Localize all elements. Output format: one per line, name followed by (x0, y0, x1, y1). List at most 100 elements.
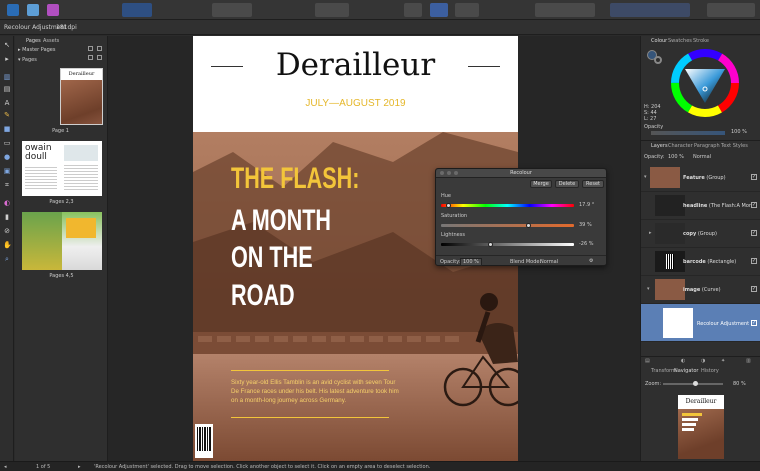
saturation-value[interactable]: 39 % (579, 222, 592, 228)
magazine-title[interactable]: Derailleur (193, 47, 518, 83)
zoom-tool-icon[interactable]: ⌕ (3, 256, 11, 263)
visibility-checkbox[interactable]: ✓ (751, 286, 757, 292)
layer-opacity-value[interactable]: 100 % (668, 154, 684, 160)
recolour-dialog-header[interactable]: Recolour (436, 169, 606, 178)
move-tool-icon[interactable]: ↖ (3, 42, 11, 49)
issue-date[interactable]: JULY—AUGUST 2019 (193, 98, 518, 109)
preflight-button[interactable] (122, 3, 152, 17)
layer-blend-select[interactable]: Normal (693, 154, 711, 160)
ellipse-tool-icon[interactable]: ● (3, 154, 11, 161)
tab-colour[interactable]: Colour (651, 38, 667, 44)
zoom-slider[interactable] (663, 381, 723, 386)
page-indicator[interactable]: 1 of 5 (36, 464, 50, 470)
opacity-field[interactable]: 100 % (460, 258, 482, 266)
stroke-swatch[interactable] (654, 56, 662, 64)
image-tool-icon[interactable]: ▣ (3, 168, 11, 175)
page-1-thumbnail[interactable]: Derailleur (60, 68, 103, 125)
text-frame-icon[interactable] (430, 3, 448, 17)
cover-blurb[interactable]: Sixty year-old Ellis Tamblin is an avid … (231, 378, 401, 405)
saturation-slider[interactable] (441, 223, 574, 228)
layer-row-headline[interactable]: headline (The Flash:A Mon ✓ (641, 192, 760, 220)
headline-line-1[interactable]: THE FLASH: (231, 164, 359, 194)
expand-icon[interactable]: ▾ (647, 286, 650, 292)
saturation-slider-knob[interactable] (526, 223, 532, 228)
tab-swatches[interactable]: Swatches (668, 38, 692, 44)
lightness-slider[interactable] (441, 242, 574, 247)
align-buttons[interactable] (610, 3, 690, 17)
layer-row-image[interactable]: ▾ image (Curve) ✓ (641, 276, 760, 304)
prev-page-icon[interactable]: ◂ (4, 464, 7, 470)
hand-tool-icon[interactable]: ✋ (3, 242, 12, 249)
adjustment-icon[interactable]: ◑ (701, 358, 705, 364)
headline-line-4[interactable]: ROAD (231, 281, 295, 311)
tab-assets[interactable]: Assets (43, 38, 59, 44)
node-tool-icon[interactable]: ▸ (3, 56, 11, 63)
navigator-preview[interactable]: Derailleur (678, 395, 724, 459)
pages-2-3-thumbnail[interactable]: owain doull (22, 141, 102, 196)
frame-text-tool-icon[interactable]: ▥ (3, 74, 11, 81)
hue-value[interactable]: 17.9 ° (579, 202, 594, 208)
tab-transform[interactable]: Transform (651, 368, 676, 374)
lightness-value[interactable]: -26 % (579, 241, 594, 247)
picture-frame-tool-icon[interactable]: ▭ (3, 140, 11, 147)
layer-row-recolour-adjustment[interactable]: Recolour Adjustment ✓ (641, 304, 760, 342)
expand-icon[interactable]: ▾ (644, 174, 647, 180)
mask-icon[interactable]: ◐ (681, 358, 685, 364)
tab-paragraph[interactable]: Paragraph (694, 143, 720, 149)
visibility-checkbox[interactable]: ✓ (751, 202, 757, 208)
layer-row-barcode[interactable]: barcode (Rectangle) ✓ (641, 248, 760, 276)
visibility-checkbox[interactable]: ✓ (751, 258, 757, 264)
colour-opacity-slider[interactable] (651, 131, 725, 135)
table-tool-icon[interactable]: ▤ (3, 86, 11, 93)
lightness-slider-knob[interactable] (487, 242, 493, 247)
gear-icon[interactable]: ⚙ (589, 258, 593, 264)
color-picker-icon[interactable] (455, 3, 479, 17)
visibility-checkbox[interactable]: ✓ (751, 174, 757, 180)
barcode[interactable] (195, 424, 213, 458)
master-pages-row[interactable]: ▸ Master Pages (18, 47, 55, 53)
colour-opacity-value[interactable]: 100 % (731, 129, 747, 135)
tab-history[interactable]: History (701, 368, 719, 374)
tab-pages[interactable]: Pages (26, 38, 41, 44)
colour-wheel[interactable] (671, 49, 739, 117)
merge-button[interactable]: Merge (530, 180, 552, 188)
fx-icon[interactable]: ✦ (721, 358, 725, 364)
color-picker-tool-icon[interactable]: ⊘ (3, 228, 11, 235)
rectangle-tool-icon[interactable]: ■ (3, 126, 11, 133)
layer-row-feature[interactable]: ▾ Feature (Group) ✓ (641, 164, 760, 192)
pages-panel-buttons[interactable] (88, 46, 104, 62)
boolean-buttons[interactable] (707, 3, 755, 17)
visibility-checkbox[interactable]: ✓ (751, 230, 757, 236)
hue-slider-knob[interactable] (446, 203, 452, 208)
next-page-icon[interactable]: ▸ (78, 464, 81, 470)
tab-character[interactable]: Character (668, 143, 693, 149)
hue-slider[interactable] (441, 203, 574, 208)
fill-tool-icon[interactable]: ◐ (3, 200, 11, 207)
pages-4-5-thumbnail[interactable] (22, 212, 102, 270)
photo-persona-icon[interactable] (47, 4, 59, 16)
zoom-value[interactable]: 80 % (733, 381, 746, 387)
reset-button[interactable]: Reset (582, 180, 604, 188)
delete-button[interactable]: Delete (555, 180, 579, 188)
view-mode-buttons[interactable] (212, 3, 252, 17)
crop-tool-icon[interactable]: ⌗ (3, 182, 11, 189)
designer-persona-icon[interactable] (27, 4, 39, 16)
arrange-buttons[interactable] (535, 3, 595, 17)
publisher-icon[interactable] (7, 4, 19, 16)
expand-icon[interactable]: ▸ (649, 230, 652, 236)
visibility-checkbox[interactable]: ✓ (751, 320, 757, 326)
artistic-text-tool-icon[interactable]: A (3, 100, 11, 107)
snapping-button[interactable] (315, 3, 349, 17)
transparency-tool-icon[interactable]: ▮ (3, 214, 11, 221)
pen-tool-icon[interactable]: ✎ (3, 112, 11, 119)
tab-stroke[interactable]: Stroke (693, 38, 709, 44)
blend-mode-select[interactable]: Normal (540, 259, 558, 265)
view-icon[interactable] (404, 3, 422, 17)
layer-row-copy[interactable]: ▸ copy (Group) ✓ (641, 220, 760, 248)
tab-text-styles[interactable]: Text Styles (721, 143, 748, 149)
add-layer-icon[interactable]: ▤ (645, 358, 650, 364)
tab-layers[interactable]: Layers (651, 143, 668, 149)
recolour-dialog[interactable]: Recolour Merge Delete Reset Hue 17.9 ° S… (435, 168, 607, 266)
headline-line-3[interactable]: ON THE (231, 243, 313, 273)
trash-icon[interactable]: ▥ (746, 358, 751, 364)
